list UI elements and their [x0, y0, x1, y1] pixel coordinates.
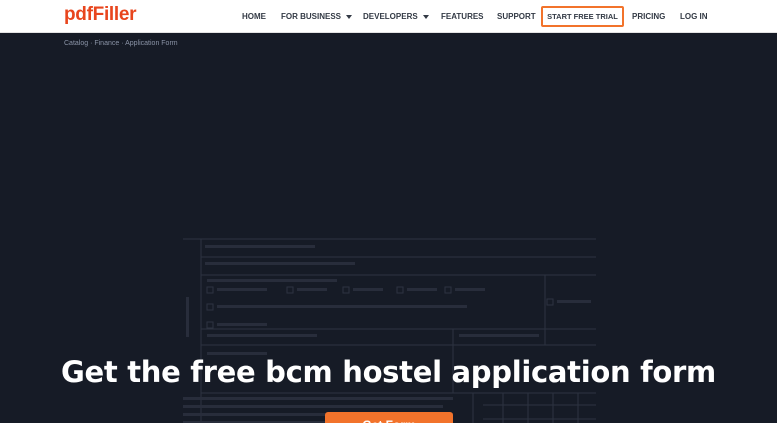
page-headline: Get the free bcm hostel application form: [61, 355, 716, 389]
nav-for-business-label: FOR BUSINESS: [281, 12, 342, 21]
nav-support[interactable]: SUPPORT: [497, 12, 536, 21]
hero-section: Catalog · Finance · Application Form Get…: [0, 33, 777, 423]
chevron-down-icon: [346, 14, 353, 19]
nav-log-in[interactable]: LOG IN: [680, 12, 708, 21]
logo-part-pdf: pdf: [64, 4, 93, 25]
breadcrumb[interactable]: Catalog · Finance · Application Form: [64, 40, 178, 47]
logo-part-filler: Filler: [92, 4, 137, 25]
nav-pricing[interactable]: PRICING: [632, 12, 665, 21]
form-document-preview: [183, 238, 596, 423]
nav-developers[interactable]: DEVELOPERS: [363, 12, 429, 21]
start-free-trial-button[interactable]: START FREE TRIAL: [541, 6, 624, 27]
top-navigation-bar: pdfFiller HOME FOR BUSINESS DEVELOPERS F…: [0, 0, 777, 33]
nav-for-business[interactable]: FOR BUSINESS: [281, 12, 353, 21]
chevron-down-icon: [422, 14, 429, 19]
pdffiller-logo[interactable]: pdfFiller: [64, 4, 137, 26]
get-form-button[interactable]: Get Form: [325, 412, 453, 423]
nav-home[interactable]: HOME: [242, 12, 266, 21]
nav-features[interactable]: FEATURES: [441, 12, 484, 21]
nav-developers-label: DEVELOPERS: [363, 12, 418, 21]
